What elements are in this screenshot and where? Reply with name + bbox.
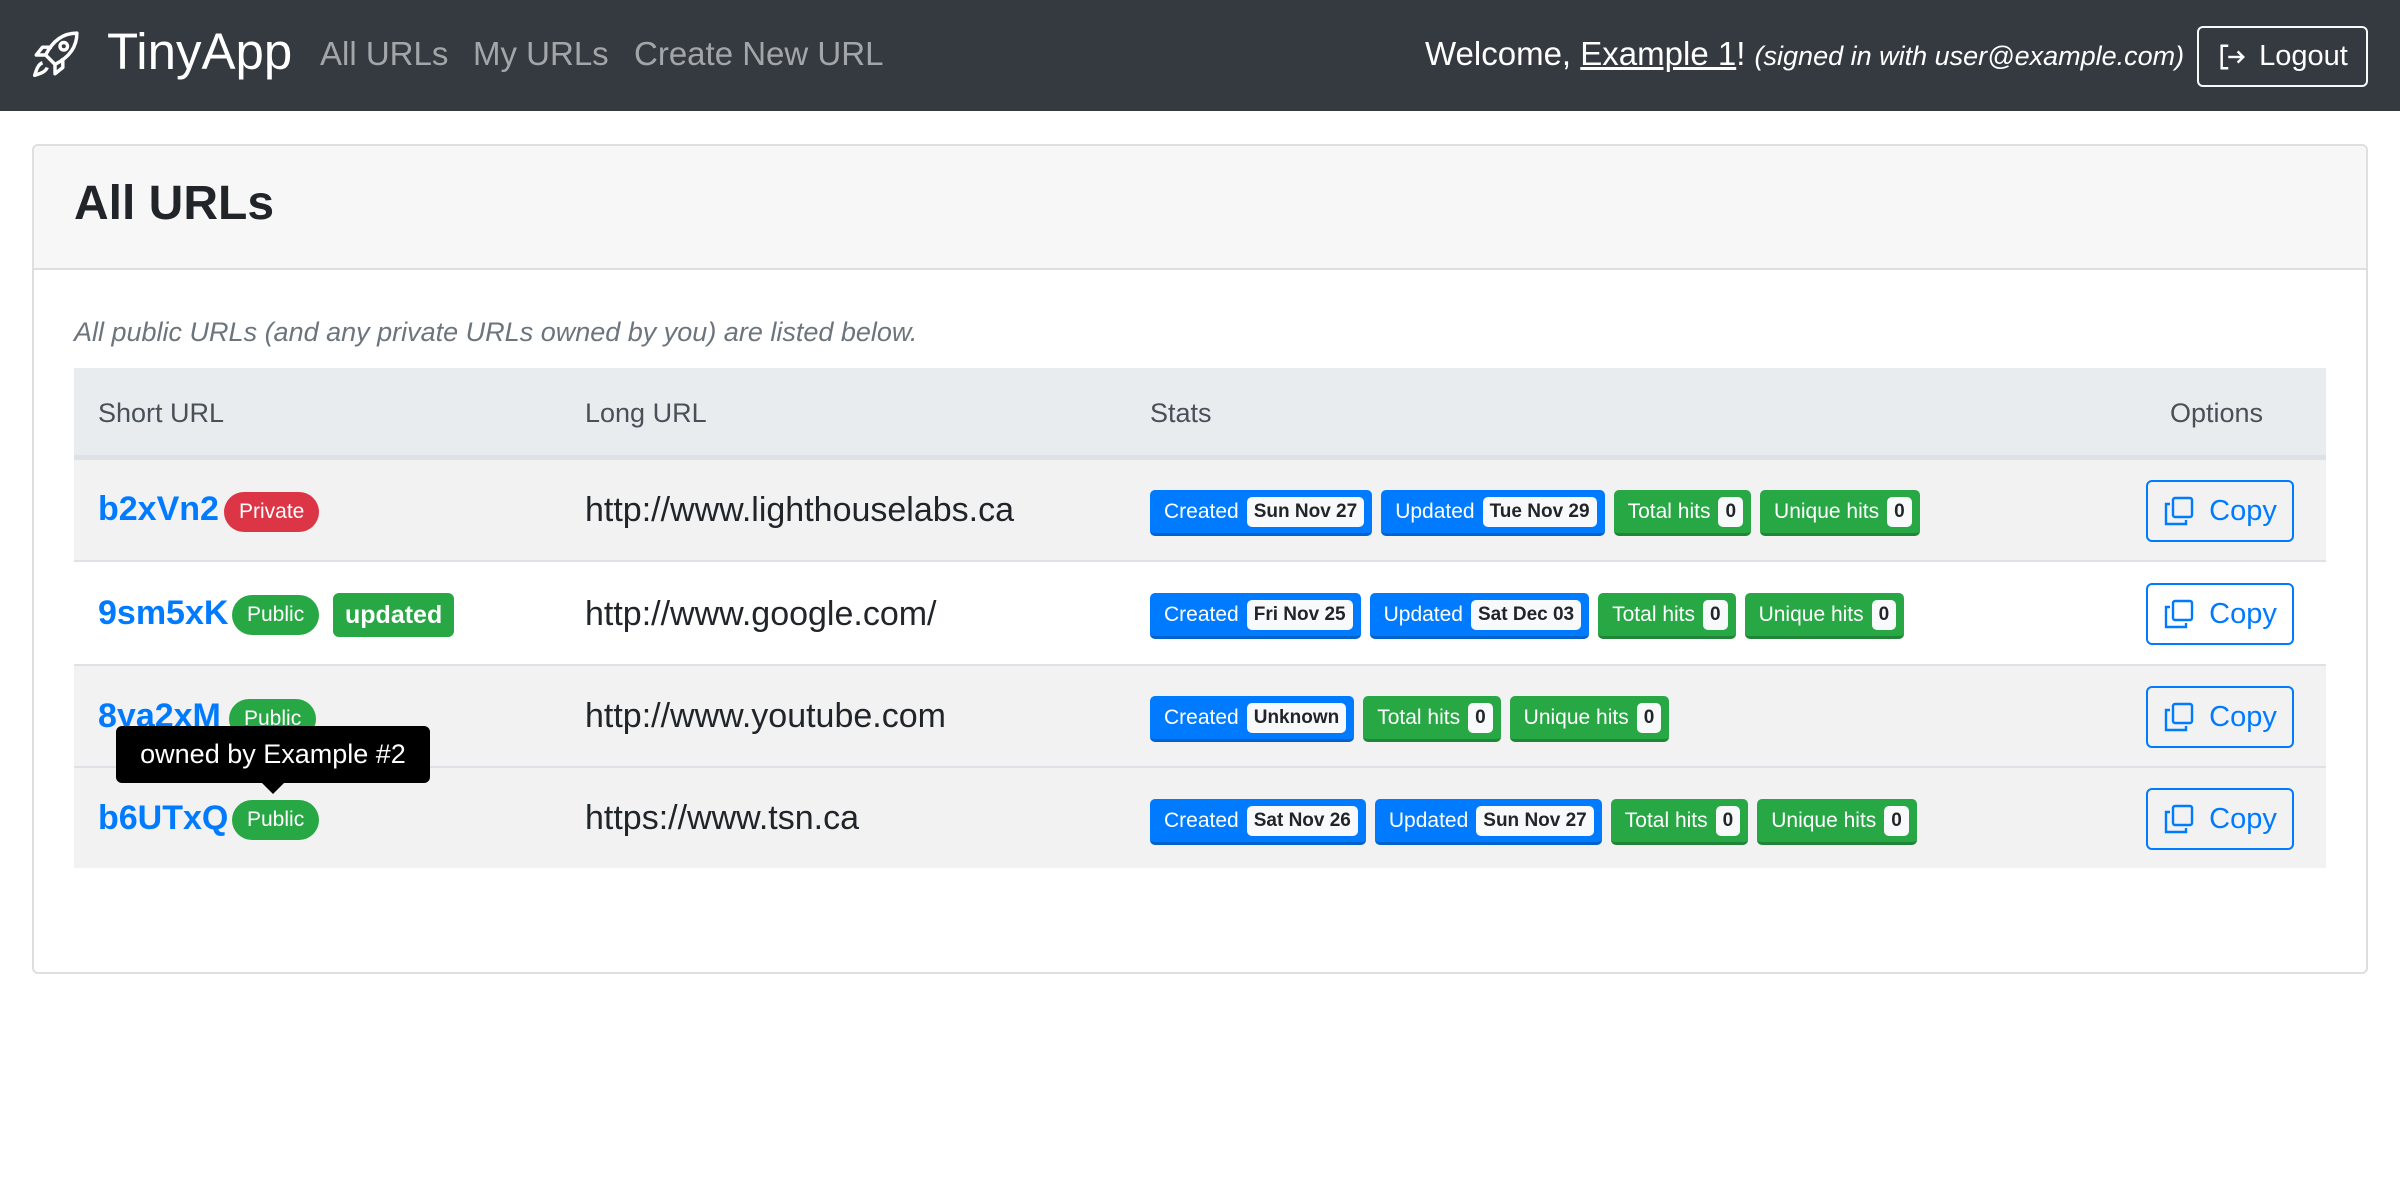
stats-group: Created Unknown Total hits 0 Unique hits 0 [1150, 696, 1670, 742]
updated-tag: updated [333, 593, 455, 637]
unique-hits-label: Unique hits [1774, 499, 1880, 523]
created-value: Sun Nov 27 [1246, 496, 1365, 527]
owner-tooltip: owned by Example #2 [116, 726, 430, 783]
updated-value: Sun Nov 27 [1476, 805, 1594, 836]
created-label: Created [1164, 602, 1239, 626]
table-row: b2xVn2 Private http://www.lighthouselabs… [74, 458, 2326, 560]
card-header: All URLs [34, 146, 2366, 270]
user-name-link[interactable]: Example 1 [1580, 35, 1736, 72]
nav-all-urls[interactable]: All URLs [320, 34, 448, 74]
brand-name[interactable]: TinyApp [107, 20, 292, 84]
total-hits-value: 0 [1468, 702, 1493, 733]
signed-in-note: (signed in with user@example.com) [1754, 41, 2185, 71]
copy-icon [2164, 496, 2194, 526]
public-badge: Public [232, 595, 320, 635]
total-hits-stat[interactable]: Total hits 0 [1613, 490, 1752, 536]
total-hits-stat[interactable]: Total hits 0 [1363, 696, 1501, 742]
created-value: Fri Nov 25 [1246, 599, 1353, 630]
long-url: https://www.tsn.ca [585, 799, 859, 837]
long-url: http://www.lighthouselabs.ca [585, 491, 1015, 529]
unique-hits-value: 0 [1636, 702, 1662, 733]
page-subtitle: All public URLs (and any private URLs ow… [74, 317, 918, 347]
short-url-link[interactable]: 9sm5xK [98, 594, 228, 633]
total-hits-value: 0 [1718, 496, 1744, 527]
created-label: Created [1164, 808, 1239, 832]
copy-icon [2164, 804, 2194, 834]
header-stats: Stats [1150, 398, 1212, 428]
short-url-link[interactable]: b6UTxQ [98, 799, 228, 838]
header-long-url: Long URL [585, 398, 707, 428]
created-value: Unknown [1246, 702, 1347, 733]
total-hits-label: Total hits [1612, 602, 1695, 626]
copy-label: Copy [2209, 494, 2277, 527]
total-hits-stat[interactable]: Total hits 0 [1598, 593, 1736, 639]
page-title: All URLs [74, 177, 275, 230]
public-badge: Public [232, 800, 320, 840]
copy-icon [2164, 702, 2194, 732]
stats-group: Created Sun Nov 27 Updated Tue Nov 29 Tota… [1150, 490, 1920, 536]
long-url: http://www.google.com/ [585, 595, 937, 633]
copy-button[interactable]: Copy [2146, 788, 2294, 850]
created-value: Sat Nov 26 [1246, 805, 1358, 836]
updated-label: Updated [1383, 602, 1463, 626]
updated-stat[interactable]: Updated Sun Nov 27 [1374, 799, 1602, 845]
unique-hits-stat[interactable]: Unique hits 0 [1760, 490, 1920, 536]
updated-stat[interactable]: Updated Sat Dec 03 [1369, 593, 1590, 639]
unique-hits-stat[interactable]: Unique hits 0 [1509, 696, 1670, 742]
total-hits-value: 0 [1715, 805, 1741, 836]
total-hits-label: Total hits [1377, 705, 1461, 729]
total-hits-label: Total hits [1624, 808, 1708, 832]
logout-icon [2220, 44, 2246, 69]
created-label: Created [1164, 705, 1239, 729]
rocket-icon[interactable] [30, 30, 80, 80]
logout-button[interactable]: Logout [2197, 26, 2368, 87]
total-hits-value: 0 [1703, 599, 1728, 630]
total-hits-label: Total hits [1627, 499, 1711, 523]
created-label: Created [1164, 499, 1239, 523]
welcome-suffix: ! [1736, 35, 1746, 72]
unique-hits-value: 0 [1871, 599, 1897, 630]
updated-value: Sat Dec 03 [1471, 599, 1582, 630]
private-badge: Private [224, 492, 320, 532]
copy-button[interactable]: Copy [2146, 480, 2294, 542]
copy-label: Copy [2209, 597, 2277, 630]
stats-group: Created Fri Nov 25 Updated Sat Dec 03 Tota… [1150, 593, 1905, 639]
created-stat[interactable]: Created Fri Nov 25 [1150, 593, 1361, 639]
nav-create-new-url[interactable]: Create New URL [634, 34, 883, 74]
copy-button[interactable]: Copy [2146, 686, 2294, 748]
welcome-message: Welcome, Example 1! (signed in with user… [1425, 34, 2184, 76]
unique-hits-stat[interactable]: Unique hits 0 [1757, 799, 1917, 845]
table-header: Short URL Long URL Stats Options [74, 368, 2326, 458]
updated-stat[interactable]: Updated Tue Nov 29 [1381, 490, 1605, 536]
copy-button[interactable]: Copy [2146, 583, 2294, 645]
table-row: 9sm5xK Public updated http://www.google.… [74, 560, 2326, 664]
copy-label: Copy [2209, 802, 2277, 835]
unique-hits-label: Unique hits [1523, 705, 1629, 729]
welcome-prefix: Welcome, [1425, 35, 1572, 72]
short-url-link[interactable]: b2xVn2 [98, 490, 219, 529]
unique-hits-label: Unique hits [1771, 808, 1877, 832]
header-short-url: Short URL [98, 398, 225, 428]
created-stat[interactable]: Created Sun Nov 27 [1150, 490, 1373, 536]
created-stat[interactable]: Created Sat Nov 26 [1150, 799, 1366, 845]
nav-my-urls[interactable]: My URLs [473, 34, 609, 74]
copy-label: Copy [2209, 700, 2277, 733]
copy-icon [2164, 599, 2194, 629]
logout-label: Logout [2259, 40, 2348, 72]
unique-hits-label: Unique hits [1758, 602, 1864, 626]
unique-hits-value: 0 [1884, 805, 1909, 836]
tooltip-arrow [262, 783, 284, 794]
created-stat[interactable]: Created Unknown [1150, 696, 1355, 742]
updated-label: Updated [1388, 808, 1469, 832]
total-hits-stat[interactable]: Total hits 0 [1610, 799, 1749, 845]
unique-hits-value: 0 [1887, 496, 1912, 527]
updated-value: Tue Nov 29 [1482, 496, 1597, 527]
unique-hits-stat[interactable]: Unique hits 0 [1744, 593, 1905, 639]
navbar: TinyApp All URLs My URLs Create New URL … [0, 0, 2400, 111]
long-url: http://www.youtube.com [585, 697, 946, 735]
header-options: Options [2170, 398, 2264, 428]
stats-group: Created Sat Nov 26 Updated Sun Nov 27 Tota… [1150, 799, 1917, 845]
updated-label: Updated [1395, 499, 1475, 523]
